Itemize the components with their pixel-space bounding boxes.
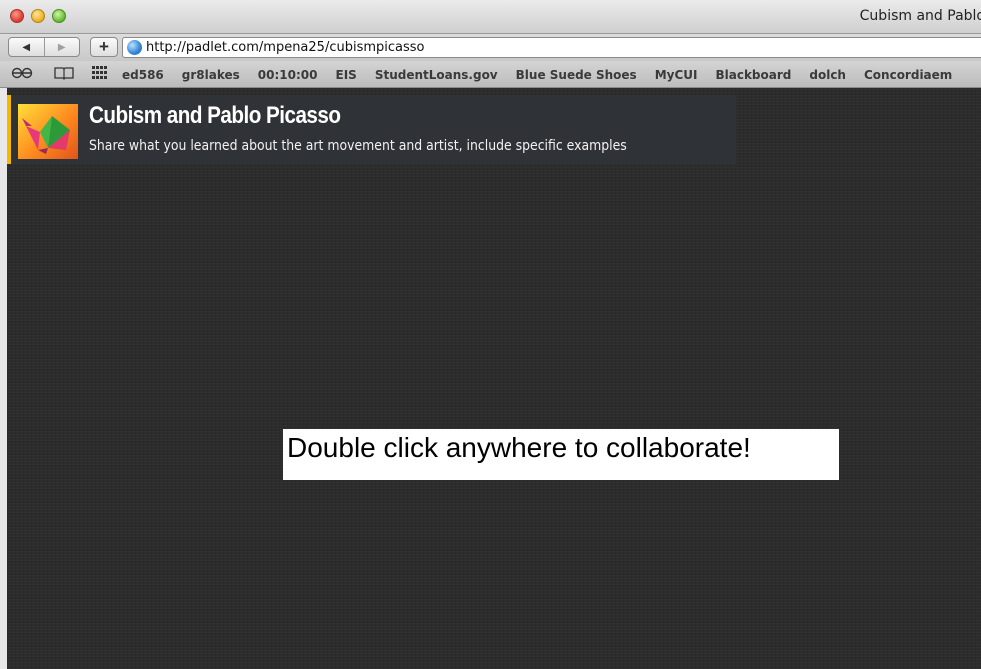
- minimize-window-button[interactable]: [31, 9, 45, 23]
- close-window-button[interactable]: [10, 9, 24, 23]
- header-accent-bar: [7, 95, 11, 164]
- bookmark-item[interactable]: Concordiaem: [864, 68, 952, 82]
- bookmark-list: ed586 gr8lakes 00:10:00 EIS StudentLoans…: [122, 68, 970, 82]
- url-text[interactable]: http://padlet.com/mpena25/cubismpicasso: [146, 40, 424, 55]
- window-left-edge: [0, 88, 7, 669]
- bookmark-item[interactable]: gr8lakes: [182, 68, 240, 82]
- book-icon[interactable]: [54, 66, 74, 83]
- forward-button[interactable]: ▶: [43, 38, 80, 56]
- back-button[interactable]: ◀: [9, 38, 44, 56]
- bookmark-item[interactable]: ed586: [122, 68, 164, 82]
- globe-icon: [127, 40, 142, 55]
- wall-logo[interactable]: [18, 104, 78, 159]
- back-forward-group: ◀ ▶: [8, 37, 80, 57]
- bookmark-item[interactable]: MyCUI: [655, 68, 698, 82]
- browser-toolbar: ◀ ▶ + http://padlet.com/mpena25/cubismpi…: [0, 34, 981, 61]
- address-bar[interactable]: http://padlet.com/mpena25/cubismpicasso: [122, 37, 981, 58]
- wall-title[interactable]: Cubism and Pablo Picasso: [89, 102, 341, 130]
- zoom-window-button[interactable]: [52, 9, 66, 23]
- window-titlebar: Cubism and Pablo: [0, 0, 981, 34]
- bookmark-item[interactable]: StudentLoans.gov: [375, 68, 498, 82]
- reading-list-icon[interactable]: [11, 66, 33, 83]
- bookmark-item[interactable]: Blue Suede Shoes: [516, 68, 637, 82]
- padlet-wall[interactable]: Cubism and Pablo Picasso Share what you …: [7, 88, 981, 669]
- bookmarks-bar: ed586 gr8lakes 00:10:00 EIS StudentLoans…: [0, 61, 981, 88]
- wall-header: Cubism and Pablo Picasso Share what you …: [7, 95, 736, 164]
- bookmark-item[interactable]: EIS: [336, 68, 357, 82]
- window-title: Cubism and Pablo: [859, 8, 981, 24]
- bookmark-item[interactable]: dolch: [809, 68, 846, 82]
- bookmark-item[interactable]: Blackboard: [715, 68, 791, 82]
- wall-description[interactable]: Share what you learned about the art mov…: [89, 138, 627, 154]
- bookmark-item[interactable]: 00:10:00: [258, 68, 318, 82]
- top-sites-grid-icon[interactable]: [92, 66, 108, 83]
- paper-crane-icon: [22, 116, 70, 154]
- collaborate-hint: Double click anywhere to collaborate!: [283, 429, 839, 480]
- add-bookmark-button[interactable]: +: [90, 37, 118, 57]
